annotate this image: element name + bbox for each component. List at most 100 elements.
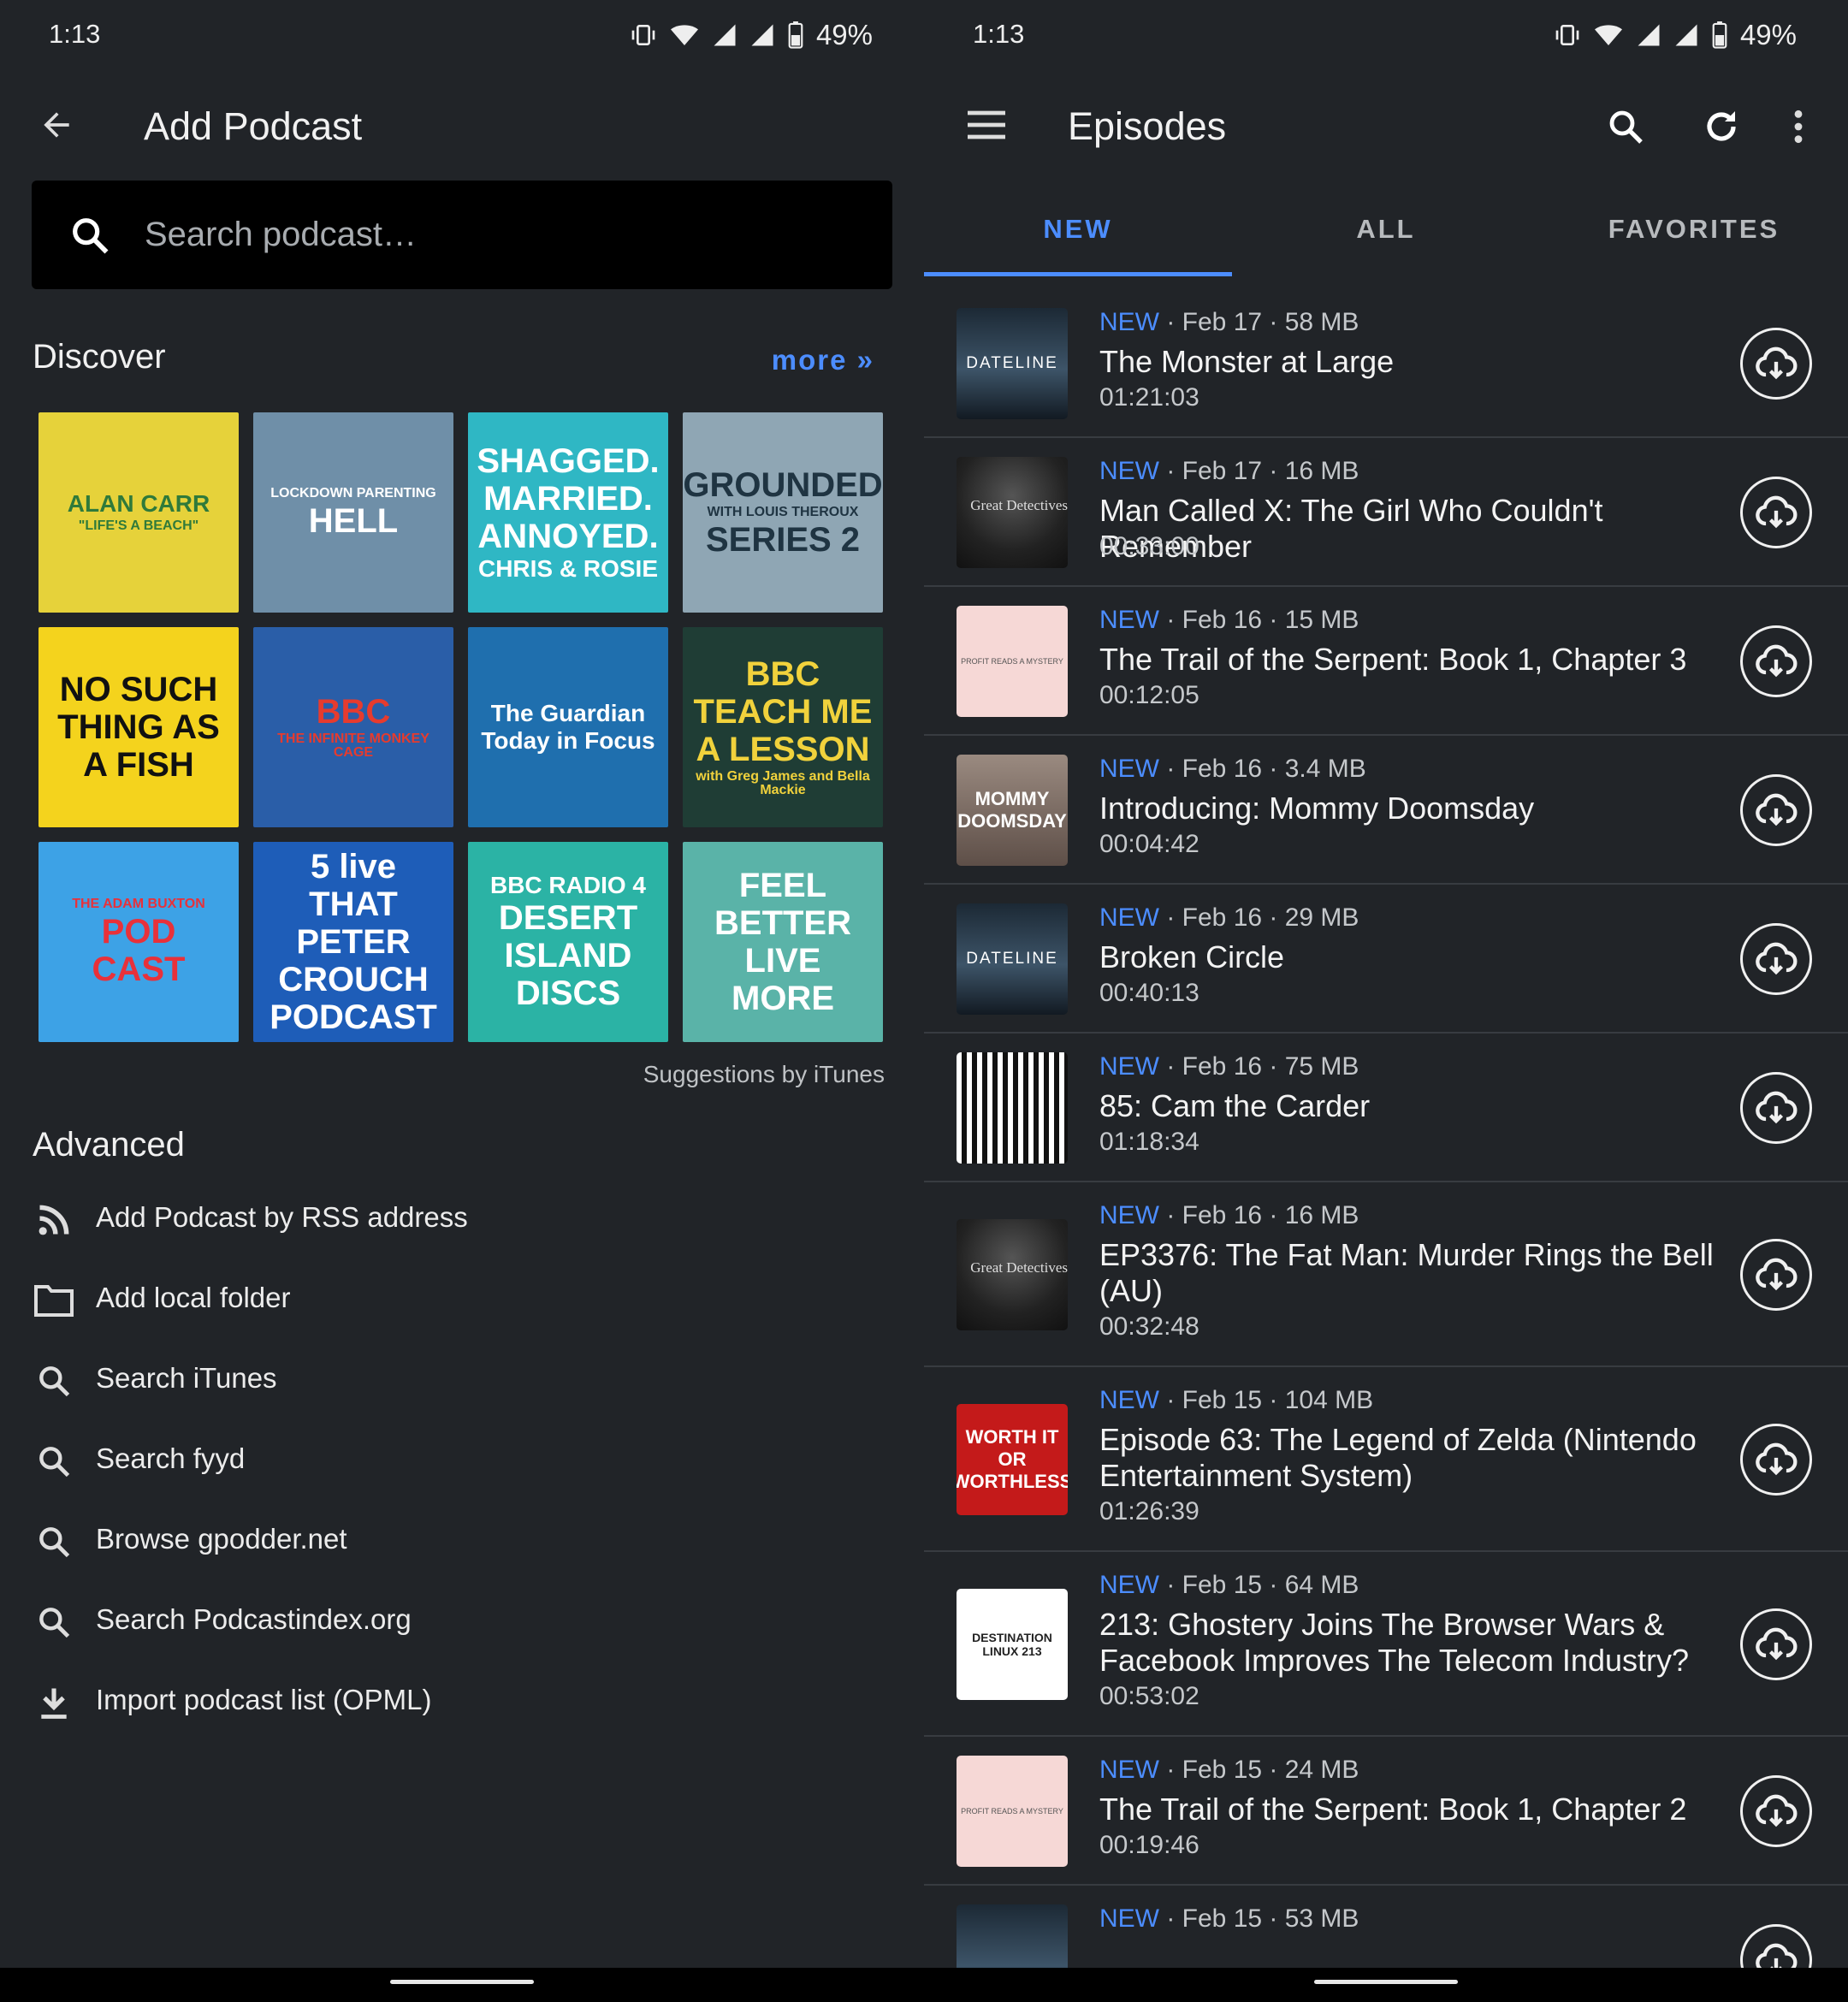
discover-more-link[interactable]: more » [772, 344, 874, 376]
refresh-icon [1707, 111, 1736, 141]
podcast-tile-text: MORE [732, 980, 834, 1017]
advanced-item[interactable]: Add Podcast by RSS address [0, 1179, 924, 1259]
episode-row[interactable]: Great Detectives NEW · Feb 16 · 16 MB EP33… [924, 1182, 1848, 1367]
episode-row[interactable]: PROFIT READS A MYSTERY NEW · Feb 16 · 15 … [924, 587, 1848, 736]
podcast-tile[interactable]: NO SUCH THING AS A FISH [38, 627, 239, 827]
podcast-tile-text: CHRIS & ROSIE [477, 555, 659, 582]
podcast-tile-text: LOCKDOWN PARENTING [270, 486, 436, 500]
episode-title: The Trail of the Serpent: Book 1, Chapte… [1099, 642, 1687, 677]
podcast-tile-text: THE ADAM BUXTON [72, 897, 205, 911]
download-button[interactable] [1740, 1775, 1812, 1847]
tab-favorites[interactable]: FAVORITES [1540, 197, 1848, 275]
episode-artwork-text: DESTINATION LINUX 213 [972, 1631, 1052, 1658]
podcast-tile-text: ALAN CARR [67, 490, 210, 517]
search-input[interactable]: Search podcast… [32, 181, 892, 289]
podcast-tile[interactable]: FEEL BETTER LIVE MORE [683, 842, 883, 1042]
gesture-nav-bar [924, 1968, 1848, 2002]
advanced-item[interactable]: Search fyyd [0, 1420, 924, 1501]
new-badge: NEW [1099, 1386, 1159, 1414]
episode-duration: 00:04:42 [1099, 830, 1199, 858]
podcast-tile[interactable]: THE ADAM BUXTON POD CAST [38, 842, 239, 1042]
overflow-menu-button[interactable] [1780, 101, 1817, 152]
episode-artwork: WORTH IT OR WORTHLESS [957, 1404, 1068, 1515]
episode-row[interactable]: PROFIT READS A MYSTERY NEW · Feb 15 · 24 … [924, 1737, 1848, 1886]
podcast-tile[interactable]: LOCKDOWN PARENTING HELL [253, 412, 453, 613]
refresh-button[interactable] [1696, 101, 1747, 152]
status-bar: 1:13 49% [924, 0, 1848, 68]
download-button[interactable] [1740, 1424, 1812, 1496]
download-button[interactable] [1740, 1072, 1812, 1144]
episode-artwork-text: DATELINE [966, 950, 1058, 968]
podcast-tile[interactable]: 5 live THAT PETER CROUCH PODCAST [253, 842, 453, 1042]
advanced-item-label: Browse gpodder.net [96, 1523, 347, 1555]
battery-percent: 49% [1739, 19, 1797, 50]
episode-row[interactable]: DATELINE NEW · Feb 16 · 29 MB Broken Circl… [924, 885, 1848, 1034]
episode-duration: 01:21:03 [1099, 383, 1199, 412]
episode-artwork: Great Detectives [957, 457, 1068, 568]
episode-row[interactable]: NEW · Feb 16 · 75 MB 85: Cam the Carder 01… [924, 1034, 1848, 1182]
episode-artwork: PROFIT READS A MYSTERY [957, 606, 1068, 717]
advanced-item[interactable]: Import podcast list (OPML) [0, 1661, 924, 1742]
episode-info: · Feb 15 · 24 MB [1159, 1756, 1359, 1784]
tab-new[interactable]: NEW [924, 197, 1232, 275]
episode-title: The Trail of the Serpent: Book 1, Chapte… [1099, 1792, 1687, 1827]
folder-icon [33, 1279, 75, 1322]
search-icon [33, 1520, 75, 1563]
download-button[interactable] [1740, 774, 1812, 846]
podcast-tile[interactable]: BBC THE INFINITE MONKEY CAGE [253, 627, 453, 827]
episode-meta: NEW · Feb 16 · 16 MB [1099, 1201, 1359, 1230]
advanced-item[interactable]: Search iTunes [0, 1340, 924, 1420]
episode-artwork: DATELINE [957, 308, 1068, 419]
home-handle[interactable] [1314, 1980, 1458, 1984]
download-button[interactable] [1740, 1239, 1812, 1311]
advanced-item[interactable]: Search Podcastindex.org [0, 1581, 924, 1661]
add-podcast-screen: 1:13 49% Add Podcast Search podcast… Dis… [0, 0, 924, 2002]
home-handle[interactable] [390, 1980, 534, 1984]
new-badge: NEW [1099, 1904, 1159, 1933]
advanced-item[interactable]: Browse gpodder.net [0, 1501, 924, 1581]
episode-row[interactable]: MOMMY DOOMSDAY NEW · Feb 16 · 3.4 MB Intro… [924, 736, 1848, 885]
cloud-download-icon [1754, 1086, 1798, 1130]
podcast-tile-text: A LESSON [696, 731, 870, 768]
search-icon [73, 218, 109, 254]
cloud-download-icon [1754, 937, 1798, 981]
podcast-tile-text: A FISH [83, 746, 194, 784]
advanced-item-label: Add Podcast by RSS address [96, 1201, 468, 1233]
podcast-tile[interactable]: ALAN CARR "LIFE'S A BEACH" [38, 412, 239, 613]
episode-title: Broken Circle [1099, 939, 1285, 974]
advanced-item[interactable]: Add local folder [0, 1259, 924, 1340]
advanced-list: Add Podcast by RSS address Add local fold… [0, 1179, 924, 1742]
page-title: Add Podcast [144, 104, 363, 148]
episode-duration: 00:12:05 [1099, 681, 1199, 709]
podcast-tile[interactable]: The Guardian Today in Focus [468, 627, 668, 827]
podcast-tile[interactable]: SHAGGED. MARRIED. ANNOYED. CHRIS & ROSIE [468, 412, 668, 613]
new-badge: NEW [1099, 1201, 1159, 1229]
podcast-tile-text: BBC [745, 655, 820, 693]
podcast-tile[interactable]: GROUNDED WITH LOUIS THEROUX SERIES 2 [683, 412, 883, 613]
back-button[interactable] [33, 101, 80, 149]
episode-info: · Feb 16 · 3.4 MB [1159, 755, 1366, 783]
download-button[interactable] [1740, 1608, 1812, 1680]
podcast-tile-text: CROUCH [278, 961, 429, 998]
signal-icon [1638, 24, 1660, 46]
episode-row[interactable]: WORTH IT OR WORTHLESS NEW · Feb 15 · 104 … [924, 1367, 1848, 1552]
status-time: 1:13 [973, 19, 1025, 49]
episode-row[interactable]: Great Detectives NEW · Feb 17 · 16 MB Man … [924, 438, 1848, 587]
podcast-tile[interactable]: BBC RADIO 4 DESERT ISLAND DISCS [468, 842, 668, 1042]
podcast-tile[interactable]: BBC TEACH ME A LESSON with Greg James and B… [683, 627, 883, 827]
tab-all[interactable]: ALL [1232, 197, 1540, 275]
episode-artwork-text: PROFIT READS A MYSTERY [961, 1807, 1063, 1815]
episode-meta: NEW · Feb 15 · 53 MB [1099, 1904, 1359, 1934]
download-button[interactable] [1740, 923, 1812, 995]
episode-info: · Feb 17 · 58 MB [1159, 308, 1359, 336]
episode-artwork: PROFIT READS A MYSTERY [957, 1756, 1068, 1867]
arrow-back-icon [44, 112, 69, 138]
search-button[interactable] [1600, 101, 1651, 152]
episode-row[interactable]: DESTINATION LINUX 213 NEW · Feb 15 · 64 M… [924, 1552, 1848, 1737]
download-button[interactable] [1740, 625, 1812, 697]
episode-row[interactable]: DATELINE NEW · Feb 17 · 58 MB The Monster … [924, 289, 1848, 438]
menu-button[interactable] [960, 101, 1013, 149]
hamburger-menu-icon [968, 110, 1005, 139]
download-button[interactable] [1740, 477, 1812, 548]
download-button[interactable] [1740, 328, 1812, 400]
